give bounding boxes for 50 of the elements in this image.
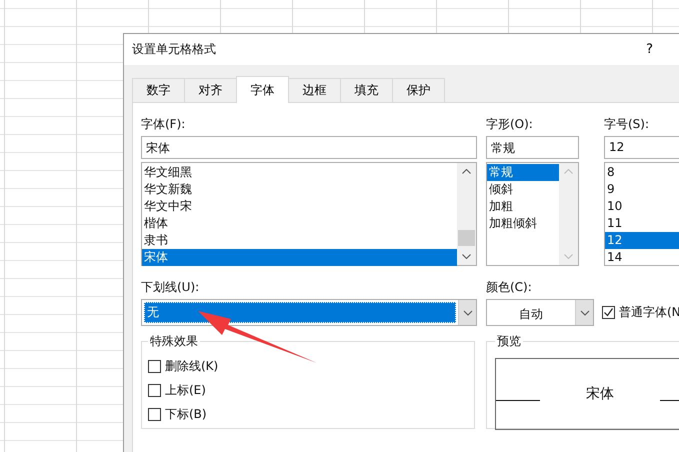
font-list-item[interactable]: 宋体: [142, 249, 457, 266]
checkbox-label[interactable]: 删除线(K): [165, 358, 218, 374]
window-title: 设置单元格格式: [132, 41, 216, 58]
font-list-item[interactable]: 华文中宋: [142, 198, 457, 215]
font-size-item[interactable]: 8: [605, 164, 679, 181]
group-title: 特殊效果: [149, 333, 199, 350]
field-label: 颜色(C):: [486, 279, 533, 296]
preview-sample: 宋体: [586, 385, 614, 403]
group-title: 预览: [496, 333, 522, 350]
field-label: 下划线(U):: [141, 279, 200, 296]
checkbox-label[interactable]: 下标(B): [165, 406, 207, 422]
tab[interactable]: 数字: [132, 78, 185, 102]
field-label: 字体(F):: [141, 116, 186, 133]
checkbox[interactable]: [602, 306, 615, 319]
chevron-up-icon: [564, 169, 573, 174]
font-style-item[interactable]: 加粗倾斜: [487, 215, 559, 232]
help-button[interactable]: ?: [642, 42, 657, 57]
checkbox[interactable]: [148, 408, 161, 420]
underline-dropdown[interactable]: 无: [141, 299, 477, 326]
scrollbar[interactable]: [457, 163, 476, 265]
chevron-down-icon: [564, 254, 573, 259]
font-size-field[interactable]: 12: [604, 136, 679, 159]
checkbox-label[interactable]: 上标(E): [165, 382, 206, 398]
font-list-item[interactable]: 华文新魏: [142, 181, 457, 198]
chevron-down-icon: [462, 310, 472, 316]
tab[interactable]: 字体: [236, 76, 289, 103]
dropdown-value: 无: [144, 302, 456, 323]
font-list-item[interactable]: 华文细黑: [142, 164, 457, 181]
field-label: 字号(S):: [604, 116, 650, 133]
font-style-item[interactable]: 常规: [487, 164, 559, 181]
checkbox[interactable]: [148, 384, 161, 396]
scrollbar-thumb[interactable]: [458, 230, 475, 246]
font-size-item[interactable]: 11: [605, 215, 679, 232]
font-style-item[interactable]: 倾斜: [487, 181, 559, 198]
chevron-down-icon: [580, 310, 590, 316]
font-size-item[interactable]: 9: [605, 181, 679, 198]
font-style-field[interactable]: 常规: [486, 136, 579, 159]
field-label: 字形(O):: [486, 116, 534, 133]
font-list-item[interactable]: 楷体: [142, 215, 457, 232]
font-size-item[interactable]: 12: [605, 232, 679, 249]
color-dropdown[interactable]: 自动: [486, 299, 594, 326]
font-size-item[interactable]: 14: [605, 249, 679, 266]
tab[interactable]: 保护: [392, 78, 445, 102]
font-name-field[interactable]: 宋体: [141, 136, 477, 159]
checkbox[interactable]: [148, 360, 161, 372]
font-size-item[interactable]: 10: [605, 198, 679, 215]
font-list-item[interactable]: 隶书: [142, 232, 457, 249]
font-style-item[interactable]: 加粗: [487, 198, 559, 215]
chevron-down-icon[interactable]: [462, 254, 471, 259]
chevron-up-icon[interactable]: [462, 169, 471, 174]
